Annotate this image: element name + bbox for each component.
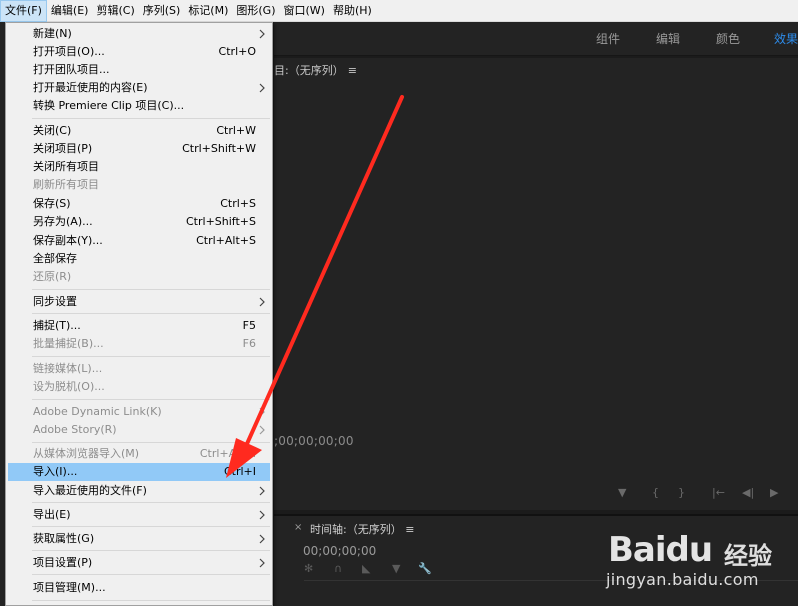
menu-item-save[interactable]: 保存(S) Ctrl+S <box>8 195 270 213</box>
menu-item-save-copy[interactable]: 保存副本(Y)... Ctrl+Alt+S <box>8 232 270 250</box>
menu-item-capture[interactable]: 捕捉(T)... F5 <box>8 317 270 335</box>
menu-item-adobe-story: Adobe Story(R) <box>8 421 270 439</box>
menu-separator <box>32 574 270 575</box>
menubar: 文件(F) 编辑(E) 剪辑(C) 序列(S) 标记(M) 图形(G) 窗口(W… <box>0 0 798 22</box>
menu-sequence[interactable]: 序列(S) <box>139 0 185 22</box>
menu-markers[interactable]: 标记(M) <box>184 0 232 22</box>
menu-separator <box>32 550 270 551</box>
linked-selection-icon[interactable]: ∩ <box>334 562 342 575</box>
menu-item-refresh-all-projects: 刷新所有项目 <box>33 178 99 191</box>
program-monitor-title-text: 目:（无序列） <box>274 64 344 77</box>
workspace-bar: 组件 编辑 颜色 效果 <box>274 22 798 56</box>
workspace-tab-editing[interactable]: 编辑 <box>656 22 680 56</box>
program-monitor-title: 目:（无序列） ≡ <box>274 62 357 78</box>
timeline-timecode[interactable]: 00;00;00;00 <box>303 544 376 558</box>
submenu-arrow-icon <box>259 29 265 39</box>
menu-file[interactable]: 文件(F) <box>0 0 47 22</box>
submenu-arrow-icon <box>259 83 265 93</box>
menu-item-close-all-projects[interactable]: 关闭所有项目 <box>8 158 270 176</box>
menu-item-import-recent-file[interactable]: 导入最近使用的文件(F) <box>8 482 270 500</box>
menu-item-batch-capture: 批量捕捉(B)... F6 <box>33 337 256 350</box>
menu-item-revert: 还原(R) <box>33 270 72 283</box>
baidu-jingyan-watermark: Baidu 经验 jingyan.baidu.com <box>604 526 794 604</box>
watermark-url: jingyan.baidu.com <box>606 570 759 589</box>
menu-item-close[interactable]: 关闭(C) Ctrl+W <box>8 122 270 140</box>
add-marker-icon[interactable]: ▼ <box>618 486 626 499</box>
menu-edit[interactable]: 编辑(E) <box>47 0 93 22</box>
menu-item-close-project[interactable]: 关闭项目(P) Ctrl+Shift+W <box>8 140 270 158</box>
timeline-title: 时间轴:（无序列） ≡ <box>310 521 414 537</box>
file-menu-dropdown: 新建(N) 打开项目(O)... Ctrl+O 打开团队项目... 打开最近使用… <box>5 22 273 606</box>
menu-item-make-offline: 设为脱机(O)... <box>33 380 105 393</box>
submenu-arrow-icon <box>259 486 265 496</box>
menu-separator <box>32 399 270 400</box>
menu-clip[interactable]: 剪辑(C) <box>92 0 138 22</box>
menu-separator <box>32 502 270 503</box>
menu-item-sync-settings[interactable]: 同步设置 <box>8 293 270 311</box>
submenu-arrow-icon <box>259 510 265 520</box>
marker-icon[interactable]: ▼ <box>392 562 400 575</box>
workspace-tab-color[interactable]: 颜色 <box>716 22 740 56</box>
timeline-close-icon[interactable]: × <box>294 522 302 533</box>
transport-controls: ▼ { } |← ◀| ▶ <box>614 486 798 502</box>
menu-window[interactable]: 窗口(W) <box>280 0 329 22</box>
menu-separator <box>32 356 270 357</box>
mark-in-icon[interactable]: { <box>652 486 659 499</box>
menu-separator <box>32 289 270 290</box>
menu-item-project-manager[interactable]: 项目管理(M)... <box>8 579 270 597</box>
panel-menu-icon[interactable]: ≡ <box>348 64 357 77</box>
menu-item-import[interactable]: 导入(I)... Ctrl+I <box>8 463 270 481</box>
menu-item-dynamic-link: Adobe Dynamic Link(K) <box>8 403 270 421</box>
menu-separator <box>32 313 270 314</box>
workspace-tab-assembly[interactable]: 组件 <box>596 22 620 56</box>
menu-item-open-project[interactable]: 打开项目(O)... Ctrl+O <box>8 43 270 61</box>
add-marker-timeline-icon[interactable]: ◣ <box>362 562 370 575</box>
timeline-title-text: 时间轴:（无序列） <box>310 523 402 536</box>
program-timecode[interactable]: ;00;00;00;00 <box>274 434 354 448</box>
menu-item-project-settings[interactable]: 项目设置(P) <box>8 554 270 572</box>
menu-item-new[interactable]: 新建(N) <box>8 25 270 43</box>
menu-item-link-media: 链接媒体(L)... <box>33 362 103 375</box>
watermark-brand: Baidu <box>608 530 713 570</box>
menu-item-save-as[interactable]: 另存为(A)... Ctrl+Shift+S <box>8 213 270 231</box>
menu-help[interactable]: 帮助(H) <box>329 0 376 22</box>
menu-item-import-from-media-browser: 从媒体浏览器导入(M) Ctrl+Alt+I <box>33 447 256 460</box>
menu-item-open-team-project[interactable]: 打开团队项目... <box>8 61 270 79</box>
wrench-icon[interactable]: 🔧 <box>418 562 432 575</box>
snap-icon[interactable]: ✻ <box>304 562 313 575</box>
menu-separator <box>32 118 270 119</box>
play-icon[interactable]: ▶ <box>770 486 778 499</box>
submenu-arrow-icon <box>259 558 265 568</box>
submenu-arrow-icon <box>259 534 265 544</box>
menu-item-save-all[interactable]: 全部保存 <box>8 250 270 268</box>
step-back-icon[interactable]: ◀| <box>742 486 754 499</box>
workspace-tab-effects[interactable]: 效果 <box>774 22 798 56</box>
menu-separator <box>32 526 270 527</box>
menu-item-open-recent[interactable]: 打开最近使用的内容(E) <box>8 79 270 97</box>
submenu-arrow-icon <box>259 425 265 435</box>
go-to-in-icon[interactable]: |← <box>712 486 725 499</box>
mark-out-icon[interactable]: } <box>678 486 685 499</box>
menu-separator <box>32 442 270 443</box>
menu-separator <box>32 600 270 601</box>
submenu-arrow-icon <box>259 297 265 307</box>
menu-item-export[interactable]: 导出(E) <box>8 506 270 524</box>
watermark-cn: 经验 <box>724 542 772 570</box>
program-monitor: 目:（无序列） ≡ ;00;00;00;00 ▼ { } |← ◀| ▶ <box>274 58 798 510</box>
menu-item-get-properties[interactable]: 获取属性(G) <box>8 530 270 548</box>
timeline-menu-icon[interactable]: ≡ <box>405 523 414 536</box>
submenu-arrow-icon <box>259 407 265 417</box>
menu-graphics[interactable]: 图形(G) <box>232 0 279 22</box>
menu-item-convert-clip[interactable]: 转换 Premiere Clip 项目(C)... <box>8 97 270 115</box>
